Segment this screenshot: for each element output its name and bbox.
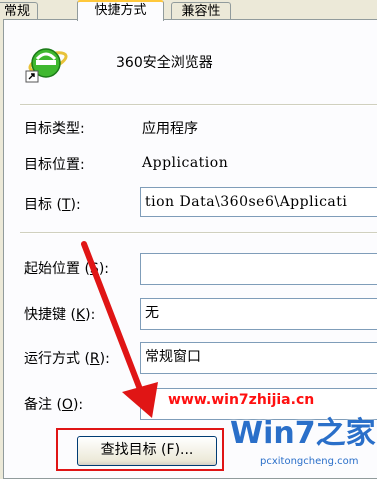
tab-shortcut-label: 快捷方式 [94,3,147,18]
watermark-url: www.win7zhijia.cn [168,392,315,408]
watermark-domain: pcxitongcheng.com [260,456,359,467]
watermark-logo: Win7之家 [230,416,376,451]
tab-shortcut[interactable]: 快捷方式 [77,0,164,21]
